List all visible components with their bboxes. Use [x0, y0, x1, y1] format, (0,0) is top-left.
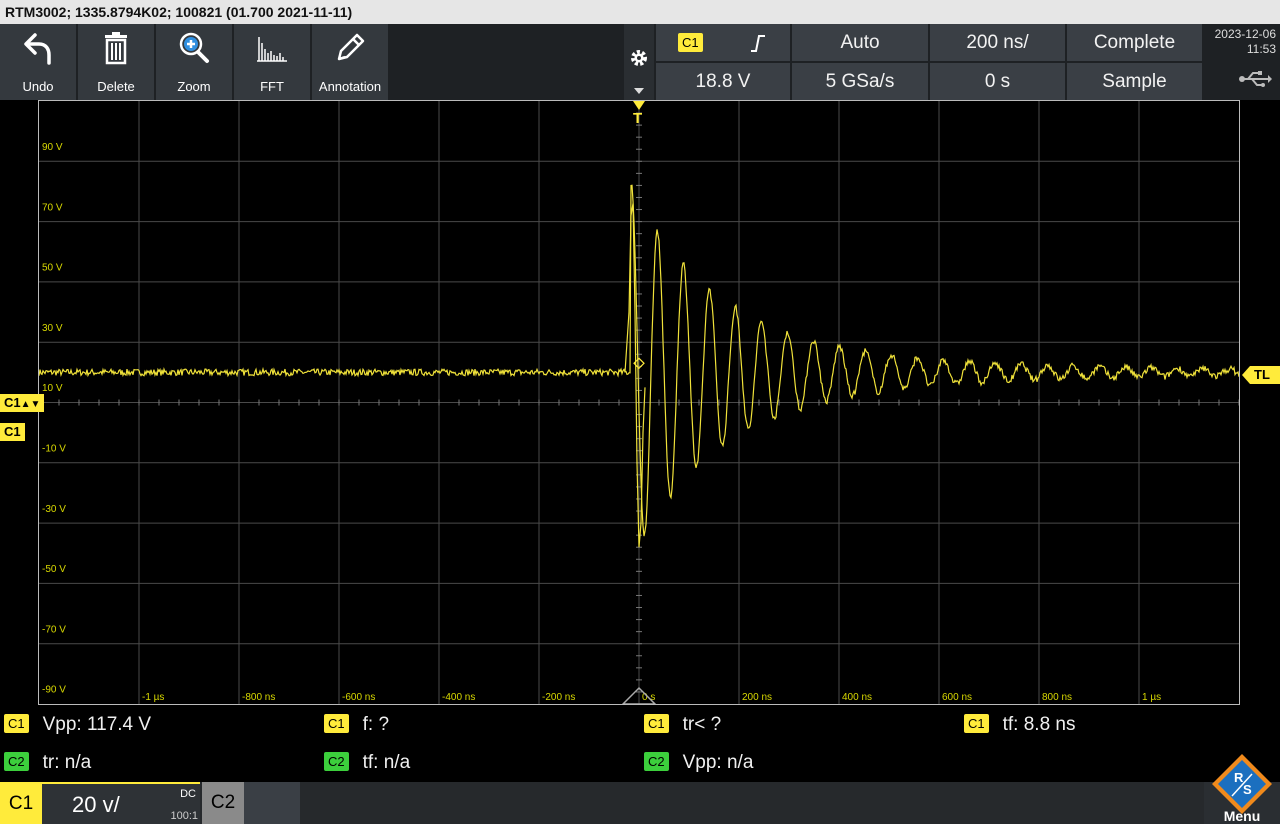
date: 2023-12-06 — [1214, 27, 1276, 41]
zoom-in-icon — [179, 32, 209, 63]
acquisition-mode[interactable]: Sample — [1067, 63, 1202, 100]
delete-label: Delete — [97, 79, 135, 94]
fft-label: FFT — [260, 79, 284, 94]
trigger-source-badge: C1 — [678, 33, 703, 52]
measurement-channel-badge: C2 — [644, 752, 669, 771]
gear-icon — [631, 50, 647, 66]
trigger-source-cell[interactable]: C1 — [656, 24, 790, 61]
trigger-position-label: T — [633, 110, 643, 127]
trigger-mode[interactable]: Auto — [792, 24, 928, 61]
measurement-c1-fall-time[interactable]: C1 tf: 8.8 ns — [964, 714, 1076, 736]
channel-offset-marker[interactable]: C1▲▼ — [0, 394, 45, 412]
x-axis-label: 800 ns — [1042, 692, 1072, 703]
measurement-panel: C1 Vpp: 117.4 V C1 f: ? C1 tr< ? C1 tf: 8.8 … — [0, 706, 1280, 782]
x-axis-label: 1 µs — [1142, 692, 1161, 703]
rising-edge-icon — [751, 35, 765, 52]
undo-label: Undo — [22, 79, 54, 94]
waveform-display[interactable]: 90 V 70 V 50 V 30 V 10 V -10 V -30 V -50 V -70 V… — [38, 100, 1240, 705]
measurement-c2-fall-time[interactable]: C2 tf: n/a — [324, 752, 410, 774]
channel-ground-marker[interactable]: C1 — [0, 423, 25, 441]
channel-offset-label: C1 — [4, 395, 21, 410]
y-axis-label: 10 V — [42, 383, 63, 394]
channel-1-tab[interactable]: C1 20 v/ DC 100:1 — [0, 782, 200, 824]
date-time: 2023-12-06 11:53 — [1204, 24, 1280, 66]
fft-spectrum-icon — [257, 37, 287, 62]
x-axis-label: -600 ns — [342, 692, 375, 703]
channel-bar: C1 20 v/ DC 100:1 C2 R S Menu — [0, 754, 1280, 824]
trigger-level-label: TL — [1254, 367, 1270, 382]
channel-2-tab[interactable]: C2 — [202, 782, 300, 824]
menu-button[interactable]: R S Menu — [1204, 754, 1280, 824]
measurement-channel-badge: C2 — [324, 752, 349, 771]
timebase[interactable]: 200 ns/ — [930, 24, 1065, 61]
acquisition-state[interactable]: Complete — [1067, 24, 1202, 61]
waveform-svg: 90 V 70 V 50 V 30 V 10 V -10 V -30 V -50 V -70 V… — [39, 101, 1239, 704]
channel-1-probe-ratio: 100:1 — [170, 810, 198, 822]
y-axis-label: 50 V — [42, 263, 63, 274]
y-axis-label: -50 V — [42, 564, 66, 575]
x-axis-label: 600 ns — [942, 692, 972, 703]
annotation-button[interactable]: Annotation — [312, 24, 390, 100]
trigger-level-marker[interactable]: TL — [1242, 366, 1280, 384]
measurement-c1-rise-time[interactable]: C1 tr< ? — [644, 714, 721, 736]
measurement-c1-vpp[interactable]: C1 Vpp: 117.4 V — [4, 714, 151, 736]
x-axis-label: -400 ns — [442, 692, 475, 703]
x-axis-label: -1 µs — [142, 692, 164, 703]
channel-2-label: C2 — [202, 782, 244, 824]
y-axis-label: 30 V — [42, 323, 63, 334]
measurement-channel-badge: C2 — [4, 752, 29, 771]
svg-text:S: S — [1243, 782, 1252, 797]
x-axis-label: -800 ns — [242, 692, 275, 703]
measurement-channel-badge: C1 — [4, 714, 29, 733]
x-axis-label: 400 ns — [842, 692, 872, 703]
measurement-value: tr< ? — [682, 714, 722, 735]
measurement-value: f: ? — [362, 714, 390, 735]
annotation-label: Annotation — [318, 79, 382, 94]
undo-button[interactable]: Undo — [0, 24, 78, 100]
measurement-c2-vpp[interactable]: C2 Vpp: n/a — [644, 752, 753, 774]
chevron-down-icon — [634, 88, 644, 94]
delete-button[interactable]: Delete — [78, 24, 156, 100]
fft-button[interactable]: FFT — [234, 24, 312, 100]
measurement-value: tr: n/a — [42, 752, 92, 773]
measurement-channel-badge: C1 — [964, 714, 989, 733]
measurement-channel-badge: C1 — [324, 714, 349, 733]
rs-logo-icon: R S — [1212, 754, 1272, 814]
measurement-value: tf: 8.8 ns — [1002, 714, 1076, 735]
measurement-value: Vpp: 117.4 V — [42, 714, 152, 735]
measurement-channel-badge: C1 — [644, 714, 669, 733]
y-axis-label: -90 V — [42, 685, 66, 696]
usb-icon — [1239, 71, 1272, 87]
x-axis-label: 200 ns — [742, 692, 772, 703]
channel-1-label: C1 — [0, 784, 42, 824]
channel-1-scale: 20 v/ — [72, 792, 120, 817]
measurement-c2-rise-time[interactable]: C2 tr: n/a — [4, 752, 91, 774]
horizontal-position[interactable]: 0 s — [930, 63, 1065, 100]
trigger-level[interactable]: 18.8 V — [656, 63, 790, 100]
channel-1-coupling: DC — [180, 788, 196, 800]
trigger-position-marker[interactable]: T — [632, 101, 646, 129]
measurement-value: Vpp: n/a — [682, 752, 754, 773]
trash-icon — [105, 32, 127, 65]
title-bar: RTM3002; 1335.8794K02; 100821 (01.700 20… — [0, 0, 1280, 24]
undo-icon — [24, 33, 51, 65]
menu-label: Menu — [1223, 808, 1261, 824]
time: 11:53 — [1246, 42, 1276, 56]
zoom-button[interactable]: Zoom — [156, 24, 234, 100]
measurement-c1-frequency[interactable]: C1 f: ? — [324, 714, 389, 736]
y-axis-label: -30 V — [42, 504, 66, 515]
zoom-label: Zoom — [177, 79, 211, 94]
y-axis-label: 70 V — [42, 202, 63, 213]
sample-rate[interactable]: 5 GSa/s — [792, 63, 928, 100]
y-axis-label: 90 V — [42, 142, 63, 153]
y-axis-label: -70 V — [42, 624, 66, 635]
pencil-icon — [337, 33, 365, 61]
measurement-value: tf: n/a — [362, 752, 411, 773]
settings-button[interactable] — [624, 24, 654, 100]
x-axis-label: -200 ns — [542, 692, 575, 703]
y-axis-label: -10 V — [42, 444, 66, 455]
